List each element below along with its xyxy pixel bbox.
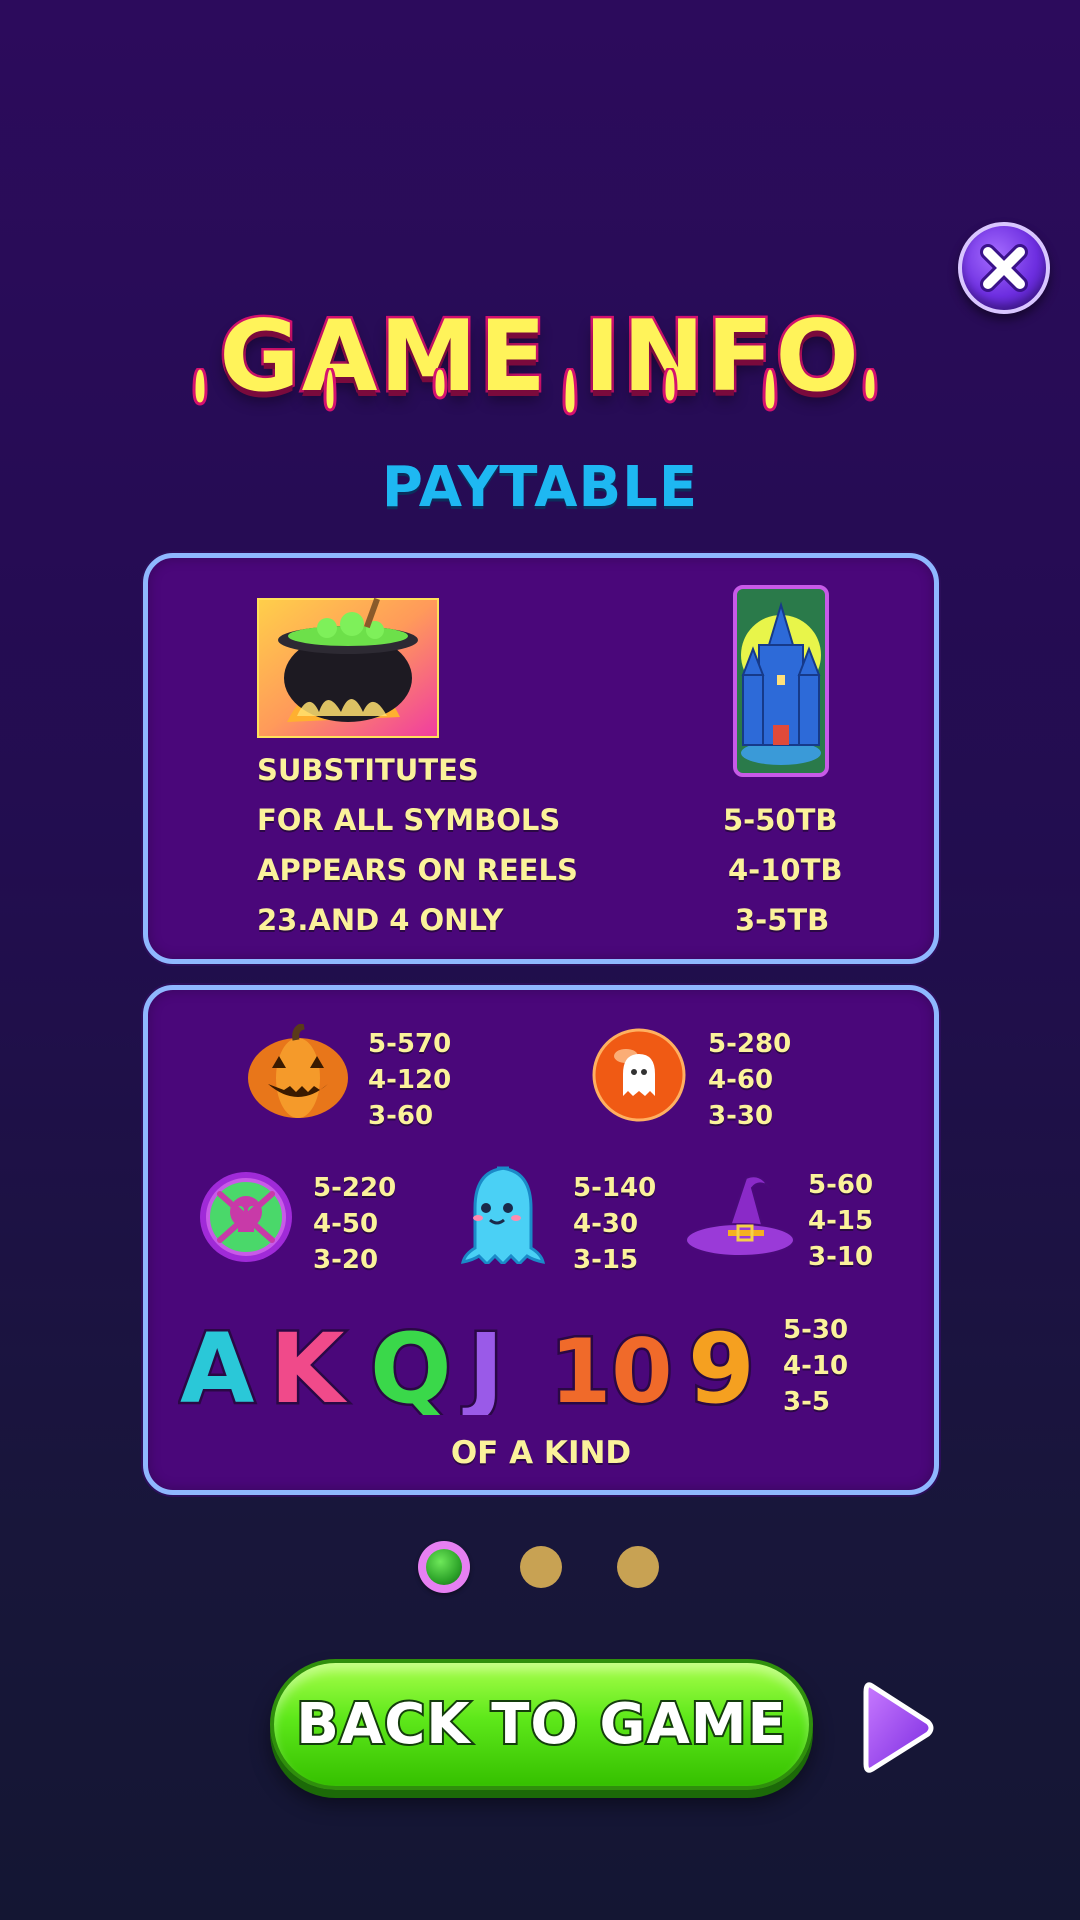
- back-to-game-button[interactable]: BACK TO GAME: [270, 1659, 813, 1790]
- letters-pay-4: 4-10: [783, 1351, 849, 1381]
- ghost-pay-5: 5-140: [573, 1173, 657, 1203]
- orb-pay-3: 3-30: [708, 1101, 774, 1131]
- hat-pay-5: 5-60: [808, 1170, 874, 1200]
- letter-q-icon: Q: [370, 1313, 452, 1415]
- skull-pay-3: 3-20: [313, 1245, 379, 1275]
- ghost-pay-4: 4-30: [573, 1209, 639, 1239]
- ghost-pay-3: 3-15: [573, 1245, 639, 1275]
- scatter-pay-3: 3-5TB: [735, 903, 830, 937]
- pumpkin-pay-4: 4-120: [368, 1065, 452, 1095]
- letter-k-icon: K: [270, 1313, 348, 1415]
- skull-pay-5: 5-220: [313, 1173, 397, 1203]
- letters-pay-3: 3-5: [783, 1387, 830, 1417]
- ghost-icon: [460, 1166, 546, 1264]
- page-dot-1-active[interactable]: [418, 1541, 470, 1593]
- wild-text-line-4: 23.AND 4 ONLY: [257, 903, 504, 937]
- paytable-heading: PAYTABLE: [381, 455, 699, 520]
- skull-coin-icon: [200, 1172, 292, 1262]
- letter-a-icon: A: [180, 1313, 254, 1415]
- wild-text-line-2: FOR ALL SYMBOLS: [257, 803, 561, 837]
- hat-pay-4: 4-15: [808, 1206, 874, 1236]
- letter-symbols: A K Q J 10 9: [178, 1311, 757, 1416]
- pumpkin-pay-3: 3-60: [368, 1101, 434, 1131]
- wild-text-line-3: APPEARS ON REELS: [257, 853, 578, 887]
- witch-hat-icon: [685, 1175, 795, 1257]
- cauldron-icon: [257, 598, 439, 738]
- page-dot-3[interactable]: [617, 1546, 659, 1588]
- skull-pay-4: 4-50: [313, 1209, 379, 1239]
- wild-text-line-1: SUBSTITUTES: [257, 753, 479, 787]
- letter-10-icon: 10: [550, 1320, 672, 1415]
- pumpkin-pay-5: 5-570: [368, 1029, 452, 1059]
- close-icon: [980, 244, 1028, 292]
- wild-scatter-panel: SUBSTITUTES FOR ALL SYMBOLS APPEARS ON R…: [143, 553, 939, 964]
- ghost-orb-icon: [592, 1028, 686, 1122]
- back-to-game-label: BACK TO GAME: [294, 1690, 788, 1759]
- hat-pay-3: 3-10: [808, 1242, 874, 1272]
- orb-pay-4: 4-60: [708, 1065, 774, 1095]
- castle-icon: [733, 585, 829, 777]
- letter-j-icon: J: [462, 1313, 504, 1415]
- slime-drips-decoration: [192, 368, 878, 416]
- play-arrow-icon[interactable]: [862, 1678, 936, 1778]
- scatter-pay-5: 5-50TB: [723, 803, 838, 837]
- letter-9-icon: 9: [688, 1313, 755, 1415]
- scatter-pay-4: 4-10TB: [728, 853, 843, 887]
- letters-pay-5: 5-30: [783, 1315, 849, 1345]
- pumpkin-icon: [248, 1024, 348, 1118]
- of-a-kind-label: OF A KIND: [450, 1435, 632, 1471]
- symbols-panel: 5-570 4-120 3-60 5-280 4-60 3-30 5-220 4…: [143, 985, 939, 1495]
- page-dot-2[interactable]: [520, 1546, 562, 1588]
- orb-pay-5: 5-280: [708, 1029, 792, 1059]
